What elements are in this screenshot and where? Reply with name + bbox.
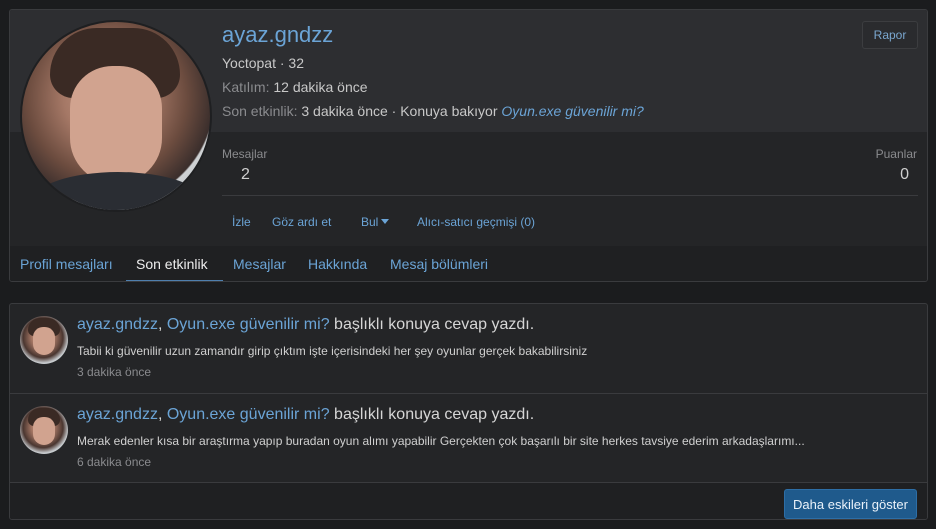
feed-timestamp[interactable]: 3 dakika önce bbox=[77, 365, 151, 379]
tab-latest-activity[interactable]: Son etkinlik bbox=[136, 256, 208, 272]
points-stat-label: Puanlar bbox=[875, 147, 917, 161]
feed-footer: Daha eskileri göster bbox=[10, 482, 927, 519]
list-item: ayaz.gndzz, Oyun.exe güvenilir mi? başlı… bbox=[10, 304, 927, 393]
points-stat-value[interactable]: 0 bbox=[900, 166, 909, 184]
show-older-button[interactable]: Daha eskileri göster bbox=[784, 489, 917, 519]
profile-role-line: Yoctopat · 32 bbox=[222, 55, 304, 71]
avatar[interactable] bbox=[20, 316, 68, 364]
last-activity-value: 3 dakika önce · Konuya bakıyor bbox=[301, 103, 498, 119]
find-label: Bul bbox=[361, 215, 379, 229]
follow-link[interactable]: İzle bbox=[232, 215, 251, 229]
feed-thread-link[interactable]: Oyun.exe güvenilir mi? bbox=[167, 316, 330, 333]
list-item: ayaz.gndzz, Oyun.exe güvenilir mi? başlı… bbox=[10, 393, 927, 482]
avatar[interactable] bbox=[20, 406, 68, 454]
avatar-face bbox=[70, 66, 162, 184]
feed-thread-link[interactable]: Oyun.exe güvenilir mi? bbox=[167, 406, 330, 423]
stats-divider bbox=[222, 195, 918, 196]
profile-card: ayaz.gndzz Rapor Yoctopat · 32 Katılım: … bbox=[9, 9, 928, 282]
joined-value: 12 dakika önce bbox=[273, 79, 368, 95]
profile-username[interactable]: ayaz.gndzz bbox=[222, 22, 333, 48]
profile-tabs: Profil mesajları Son etkinlik Mesajlar H… bbox=[10, 246, 927, 281]
profile-last-activity: Son etkinlik: 3 dakika önce · Konuya bak… bbox=[222, 103, 644, 119]
ignore-link[interactable]: Göz ardı et bbox=[272, 215, 331, 229]
last-activity-label: Son etkinlik: bbox=[222, 103, 298, 119]
feed-user-link[interactable]: ayaz.gndzz bbox=[77, 316, 158, 333]
feed-item-title: ayaz.gndzz, Oyun.exe güvenilir mi? başlı… bbox=[77, 316, 534, 334]
profile-joined: Katılım: 12 dakika önce bbox=[222, 79, 368, 95]
avatar-shirt bbox=[32, 172, 204, 210]
active-tab-indicator bbox=[126, 280, 223, 281]
feed-separator: , bbox=[157, 406, 163, 423]
tab-about[interactable]: Hakkında bbox=[308, 256, 367, 272]
last-activity-thread-link[interactable]: Oyun.exe güvenilir mi? bbox=[501, 103, 643, 119]
feed-action-text: başlıklı konuya cevap yazdı. bbox=[334, 406, 535, 423]
feed-user-link[interactable]: ayaz.gndzz bbox=[77, 406, 158, 423]
feed-snippet: Tabii ki güvenilir uzun zamandır girip ç… bbox=[77, 344, 588, 358]
activity-feed: ayaz.gndzz, Oyun.exe güvenilir mi? başlı… bbox=[9, 303, 928, 520]
avatar-face bbox=[33, 417, 55, 445]
feed-snippet: Merak edenler kısa bir araştırma yapıp b… bbox=[77, 434, 805, 448]
feed-separator: , bbox=[157, 316, 163, 333]
report-button[interactable]: Rapor bbox=[862, 21, 918, 49]
feed-timestamp[interactable]: 6 dakika önce bbox=[77, 455, 151, 469]
tab-profile-posts[interactable]: Profil mesajları bbox=[20, 256, 113, 272]
joined-label: Katılım: bbox=[222, 79, 270, 95]
feed-action-text: başlıklı konuya cevap yazdı. bbox=[334, 316, 535, 333]
feed-item-title: ayaz.gndzz, Oyun.exe güvenilir mi? başlı… bbox=[77, 406, 534, 424]
trader-history-link[interactable]: Alıcı-satıcı geçmişi (0) bbox=[417, 215, 535, 229]
messages-stat-label: Mesajlar bbox=[222, 147, 268, 161]
find-dropdown[interactable]: Bul bbox=[361, 215, 390, 229]
tab-messages[interactable]: Mesajlar bbox=[233, 256, 286, 272]
messages-stat-value[interactable]: 2 bbox=[241, 166, 250, 184]
tab-message-sections[interactable]: Mesaj bölümleri bbox=[390, 256, 488, 272]
caret-down-icon bbox=[381, 219, 390, 224]
profile-avatar[interactable] bbox=[20, 20, 212, 212]
avatar-face bbox=[33, 327, 55, 355]
